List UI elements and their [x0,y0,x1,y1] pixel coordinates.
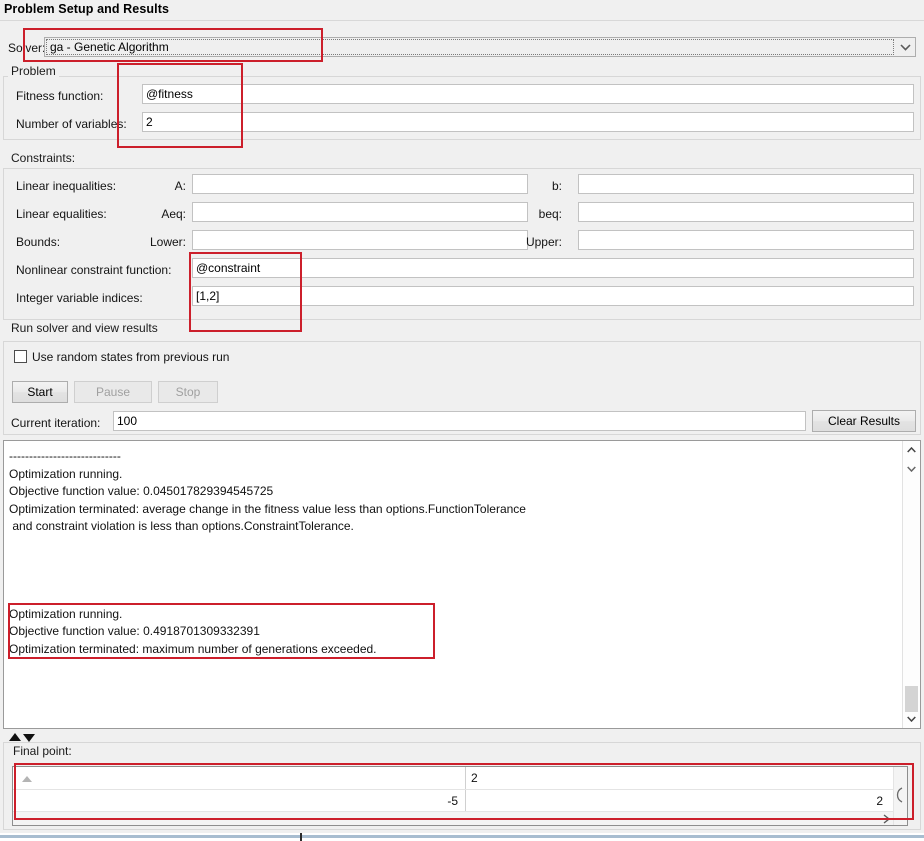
chevron-down-icon[interactable] [895,38,915,56]
table-row[interactable]: 2 [13,767,907,790]
solver-value[interactable]: ga - Genetic Algorithm [46,39,894,55]
bottom-status-strip [0,833,924,841]
results-vertical-scrollbar[interactable] [902,441,920,728]
cell-value[interactable]: 2 [653,793,883,809]
final-point-vertical-scrollbar[interactable] [893,767,907,825]
use-random-states-label: Use random states from previous run [32,350,230,364]
status-band [0,835,924,838]
panel-splitter[interactable] [3,729,921,742]
start-button[interactable]: Start [12,381,68,403]
linear-equalities-label: Linear equalities: [16,207,107,221]
final-point-horizontal-scrollbar[interactable] [13,811,907,825]
status-tick [300,833,302,841]
matrix-aeq-input[interactable] [192,202,528,222]
problem-group-label: Problem [8,65,59,78]
vector-beq-label: beq: [538,207,562,221]
bounds-label: Bounds: [16,235,61,249]
table-row[interactable]: -5 2 [13,790,907,813]
lower-bound-label: Lower: [149,235,186,249]
fitness-function-label: Fitness function: [16,89,104,103]
vector-b-input[interactable] [578,174,914,194]
upper-bound-input[interactable] [578,230,914,250]
results-text: ---------------------------- Optimizatio… [9,449,526,656]
vector-beq-input[interactable] [578,202,914,222]
scroll-up-icon[interactable] [903,441,920,458]
pause-button: Pause [74,381,152,403]
current-iteration-label: Current iteration: [11,416,101,430]
current-iteration-input[interactable]: 100 [113,411,806,431]
matrix-aeq-label: Aeq: [161,207,186,221]
stop-button: Stop [158,381,218,403]
final-point-table[interactable]: 2 -5 2 [12,766,908,826]
linear-inequalities-label: Linear inequalities: [16,179,117,193]
solver-dropdown[interactable]: ga - Genetic Algorithm [44,37,916,57]
nonlinear-constraint-label: Nonlinear constraint function: [16,263,172,277]
upper-bound-label: Upper: [525,235,562,249]
matrix-a-input[interactable] [192,174,528,194]
fitness-function-input[interactable]: @fitness [142,84,914,104]
cell-value[interactable]: -5 [273,793,458,809]
scroll-thumb-icon[interactable] [895,787,905,806]
title-divider [0,20,924,21]
page-title: Problem Setup and Results [4,2,170,16]
optimization-tool-window: Problem Setup and Results Solver: ga - G… [0,0,924,841]
number-of-variables-label: Number of variables: [16,117,127,131]
use-random-states-checkbox[interactable] [14,350,27,363]
chevron-right-icon[interactable] [883,813,891,825]
matrix-a-label: A: [174,179,186,193]
clear-results-button[interactable]: Clear Results [812,410,916,432]
results-output-area[interactable]: ---------------------------- Optimizatio… [3,440,921,729]
sort-ascending-icon[interactable] [21,772,33,782]
run-solver-group-label: Run solver and view results [8,322,161,335]
scrollbar-thumb[interactable] [905,686,918,712]
scroll-down-icon[interactable] [903,710,920,727]
integer-variable-indices-label: Integer variable indices: [16,291,143,305]
lower-bound-input[interactable] [192,230,528,250]
nonlinear-constraint-input[interactable]: @constraint [192,258,914,278]
constraints-group-label: Constraints: [8,152,79,165]
cell-value[interactable]: 2 [471,770,495,786]
scroll-page-down-icon[interactable] [903,460,920,477]
vector-b-label: b: [551,179,562,193]
integer-variable-indices-input[interactable]: [1,2] [192,286,914,306]
number-of-variables-input[interactable]: 2 [142,112,914,132]
solver-label: Solver: [8,41,46,55]
final-point-label: Final point: [10,745,75,758]
